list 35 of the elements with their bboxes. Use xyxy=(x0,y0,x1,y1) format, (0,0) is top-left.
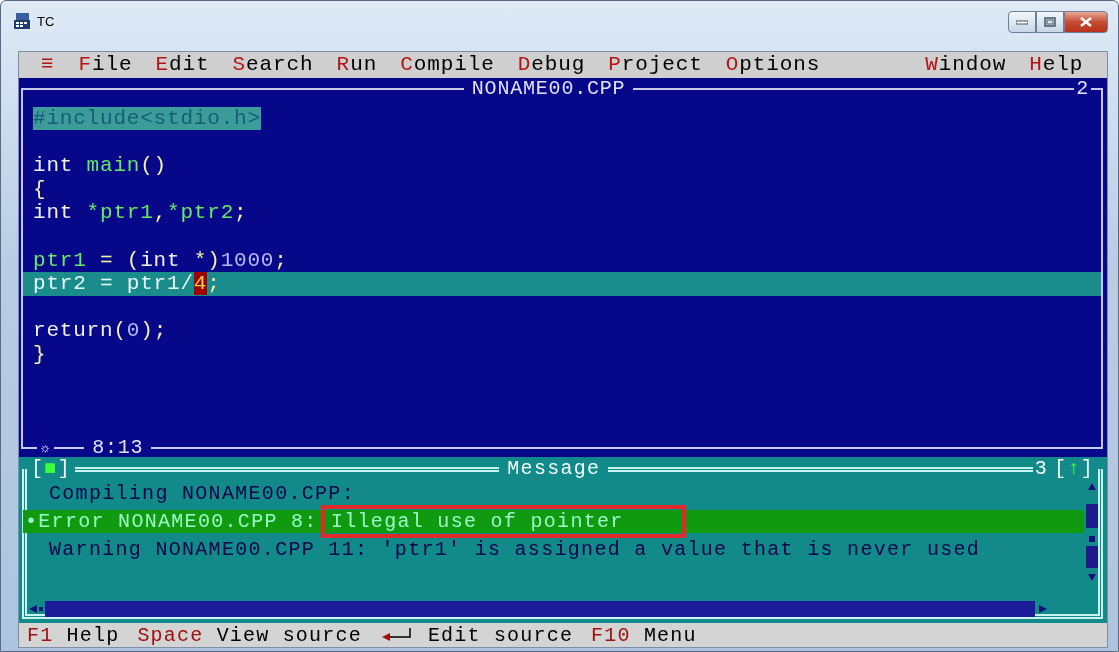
app-icon[interactable] xyxy=(13,12,31,30)
code-line: { xyxy=(33,177,48,202)
minimize-button[interactable] xyxy=(1008,11,1036,33)
window-title: TC xyxy=(37,13,55,29)
menu-item[interactable]: File xyxy=(78,52,133,78)
message-line[interactable]: Warning NONAME00.CPP 11: 'ptr1' is assigned a value that is never used xyxy=(27,538,1084,561)
message-line[interactable]: Compiling NONAME00.CPP: xyxy=(27,482,1084,505)
menu-item[interactable]: Window xyxy=(925,52,1007,78)
menu-item[interactable]: Project xyxy=(608,52,703,78)
restore-icon xyxy=(1044,17,1056,27)
close-box[interactable]: [■] xyxy=(27,458,75,480)
menu-item[interactable]: Edit xyxy=(155,52,210,78)
code-line: return(0); xyxy=(33,319,169,343)
system-menu-button[interactable]: ≡ xyxy=(41,52,55,78)
menu-item[interactable]: Debug xyxy=(517,52,586,78)
code-line: ptr1 = (int *)1000; xyxy=(33,248,289,273)
menu-item[interactable]: Compile xyxy=(400,52,495,78)
close-icon xyxy=(1080,17,1092,27)
status-command[interactable]: F1 Help xyxy=(27,623,120,647)
status-command[interactable]: Edit source xyxy=(379,623,574,647)
close-button[interactable] xyxy=(1064,11,1108,33)
menu-item[interactable]: Search xyxy=(232,52,314,78)
minimize-icon xyxy=(1016,19,1028,25)
status-command[interactable]: F10 Menu xyxy=(591,623,697,647)
code-line: } xyxy=(33,342,48,367)
window-number: 3 xyxy=(1033,458,1050,480)
menu-item[interactable]: Run xyxy=(336,52,378,78)
zoom-box[interactable]: [↑] xyxy=(1050,458,1098,480)
menu-item[interactable]: Options xyxy=(725,52,821,78)
code-line: int main() xyxy=(33,154,169,178)
status-command[interactable]: Space View source xyxy=(137,623,362,647)
restore-button[interactable] xyxy=(1036,11,1064,33)
message-window-title: Message xyxy=(506,458,602,480)
code-line: int *ptr1,*ptr2; xyxy=(33,201,249,225)
menu-item[interactable]: Help xyxy=(1029,52,1084,78)
